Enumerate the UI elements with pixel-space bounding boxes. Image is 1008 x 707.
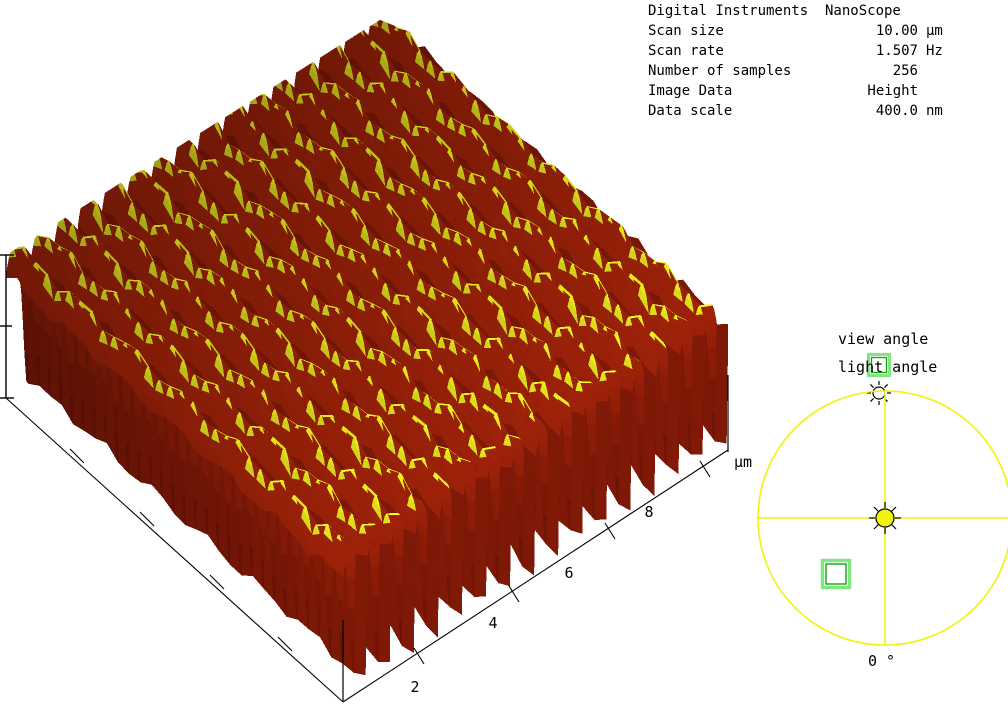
- x-axis-unit-label: µm: [734, 453, 752, 471]
- x-axis-tick-label-4: 4: [488, 614, 497, 632]
- x-axis-tick-label-2: 2: [410, 678, 419, 696]
- param-unit-scan-size: µm: [926, 23, 943, 39]
- light-angle-label: light angle: [838, 358, 938, 376]
- x-axis-tick-label-6: 6: [564, 564, 573, 582]
- view-angle-legend-row[interactable]: view angle: [794, 326, 928, 377]
- dial-degree-label: 0 °: [868, 652, 896, 670]
- param-value-number-of-samples: 256: [892, 63, 918, 79]
- param-value-scan-rate: 1.507: [875, 43, 918, 59]
- nanoscope-afm-window: Digital Instruments NanoScope Scan size …: [0, 0, 1008, 707]
- x-axis-tick-label-8: 8: [644, 503, 653, 521]
- y-axis-line: [5, 397, 344, 703]
- light-angle-legend-row[interactable]: light angle: [794, 354, 937, 405]
- y-axis-tick-4: [277, 636, 293, 652]
- angle-dial[interactable]: [752, 382, 1008, 658]
- param-value-image-data: Height: [867, 83, 918, 99]
- view-angle-label: view angle: [838, 330, 929, 348]
- y-axis-tick-3: [209, 574, 225, 590]
- plot-axes: 2 4 6 8 µm: [0, 254, 752, 703]
- param-value-data-scale: 400.0: [875, 103, 918, 119]
- y-axis-tick-1: [69, 448, 85, 464]
- dial-view-angle-marker[interactable]: [820, 558, 852, 590]
- x-axis-line: [342, 449, 729, 703]
- y-axis-tick-2: [139, 511, 155, 527]
- angle-control-panel[interactable]: view angle light angle 0 °: [757, 322, 1008, 682]
- dial-light-angle-marker[interactable]: [869, 502, 901, 534]
- param-value-scan-size: 10.00: [875, 23, 918, 39]
- surface-plot-area[interactable]: 2 4 6 8 µm: [0, 0, 760, 707]
- param-unit-data-scale: nm: [926, 103, 943, 119]
- param-unit-scan-rate: Hz: [926, 43, 943, 59]
